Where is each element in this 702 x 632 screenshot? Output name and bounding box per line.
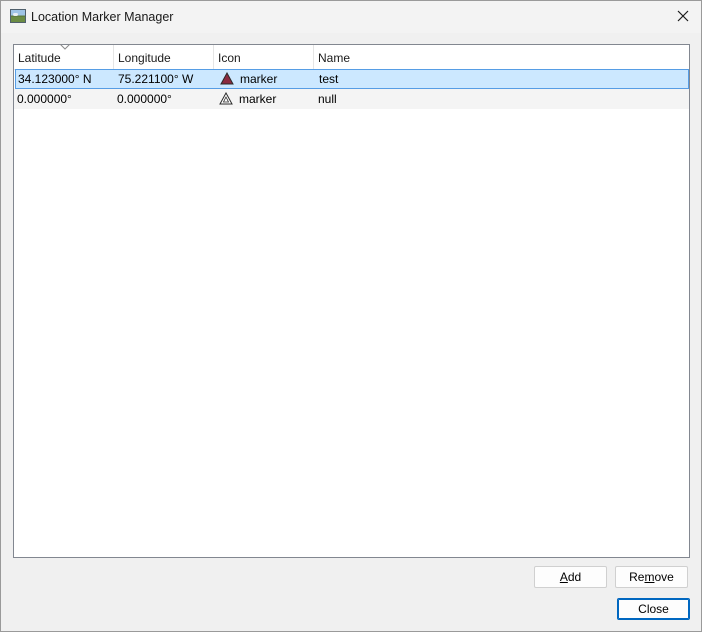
column-header-label: Latitude [18, 51, 61, 65]
add-label: dd [567, 570, 582, 584]
table-row[interactable]: 34.123000° N 75.221100° W marker test [15, 69, 689, 89]
add-mnemonic: A [559, 570, 568, 584]
name-cell: test [319, 72, 339, 86]
remove-label-suffix: ove [654, 570, 674, 584]
table-row[interactable]: 0.000000° 0.000000° marker null [14, 89, 689, 109]
name-cell: null [318, 92, 337, 106]
column-header-label: Icon [218, 51, 241, 65]
icon-cell: marker [240, 72, 278, 86]
location-marker-manager-window: Location Marker Manager Latitude Longitu… [0, 0, 702, 632]
landscape-icon [10, 9, 26, 23]
column-header-longitude[interactable]: Longitude [114, 45, 214, 69]
title-bar[interactable]: Location Marker Manager [1, 1, 701, 33]
marker-icon [219, 92, 233, 105]
markers-table[interactable]: Latitude Longitude Icon Name 34.123000° … [13, 44, 690, 558]
close-icon [677, 10, 689, 22]
latitude-cell: 0.000000° [17, 92, 72, 106]
longitude-cell: 0.000000° [117, 92, 172, 106]
close-button[interactable]: Close [617, 598, 690, 620]
close-label: Close [638, 602, 669, 616]
marker-icon [220, 72, 234, 85]
column-header-name[interactable]: Name [314, 45, 689, 69]
column-header-icon[interactable]: Icon [214, 45, 314, 69]
remove-button[interactable]: Remove [615, 566, 688, 588]
dialog-body: Latitude Longitude Icon Name 34.123000° … [1, 33, 701, 631]
add-button[interactable]: Add [534, 566, 607, 588]
window-title: Location Marker Manager [31, 10, 174, 24]
table-header: Latitude Longitude Icon Name [14, 44, 689, 70]
remove-label-prefix: Re [629, 570, 645, 584]
latitude-cell: 34.123000° N [18, 72, 92, 86]
icon-cell: marker [239, 92, 277, 106]
sort-descending-icon [60, 44, 70, 50]
column-header-latitude[interactable]: Latitude [14, 44, 114, 69]
column-header-label: Longitude [118, 51, 171, 65]
remove-mnemonic: m [644, 570, 655, 584]
longitude-cell: 75.221100° W [118, 72, 194, 86]
column-header-label: Name [318, 51, 351, 65]
close-window-button[interactable] [669, 3, 697, 29]
